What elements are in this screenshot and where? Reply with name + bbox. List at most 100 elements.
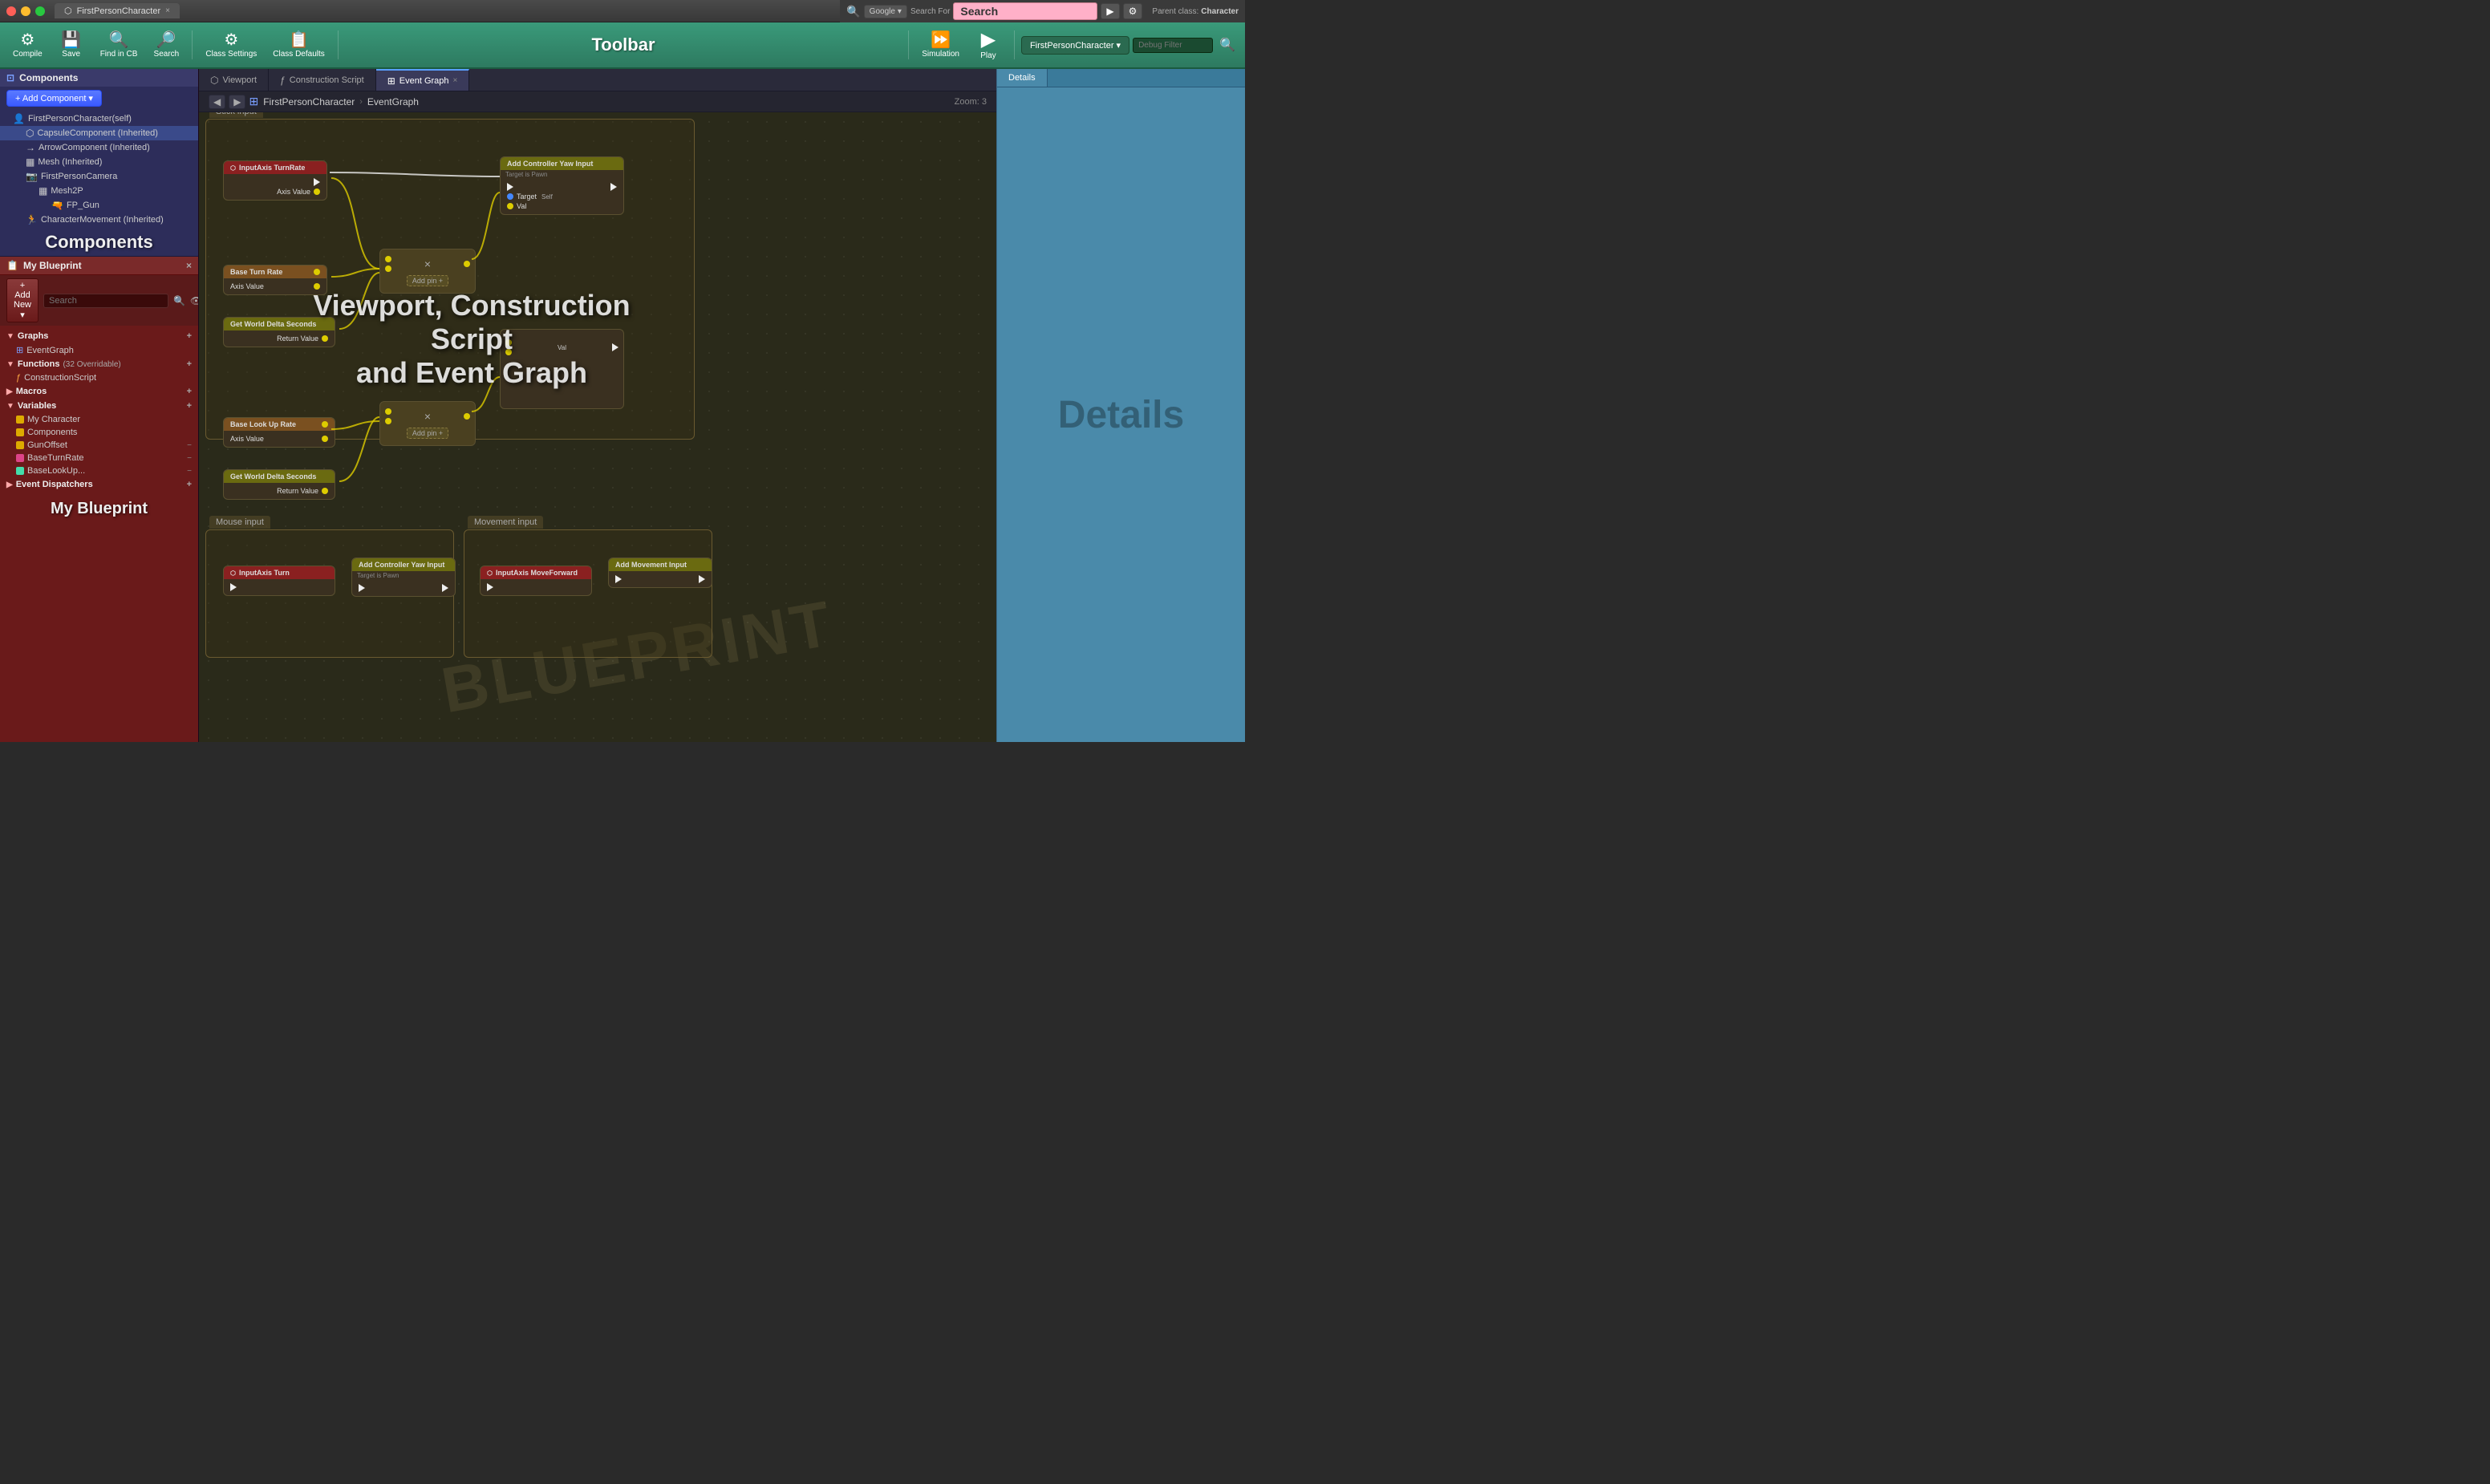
compile-button[interactable]: ⚙ Compile: [6, 29, 49, 62]
component-item-charmovement[interactable]: 🏃 CharacterMovement (Inherited): [0, 213, 198, 227]
add-yaw-mouse-label: Add Controller Yaw Input: [359, 561, 444, 569]
node-worlddelta-lower[interactable]: Get World Delta Seconds Return Value: [223, 469, 335, 500]
component-item-camera[interactable]: 📷 FirstPersonCamera: [0, 169, 198, 184]
add-pin-button-2[interactable]: Add pin +: [407, 428, 448, 439]
var-baselookup-indicator: −: [187, 467, 192, 476]
blueprint-eye-icon[interactable]: 👁: [190, 295, 198, 306]
blueprint-add-button[interactable]: + Add New ▾: [6, 278, 39, 322]
save-button[interactable]: 💾 Save: [52, 29, 91, 62]
red-event-icon-move: ⬡: [487, 570, 493, 577]
base-turn-header: Base Turn Rate: [224, 266, 326, 278]
worlddelta-upper-return-dot: [322, 335, 328, 342]
add-pin-button-1[interactable]: Add pin +: [407, 275, 448, 286]
node-multiply-lower[interactable]: × Add pin +: [379, 401, 476, 446]
breadcrumb-icon: ⊞: [249, 95, 258, 108]
yaw-mouse-exec-in: [359, 584, 365, 592]
details-tabs: Details: [997, 69, 1245, 87]
search-engine-button[interactable]: Google ▾: [864, 5, 907, 18]
functions-add-icon[interactable]: +: [187, 359, 192, 369]
zoom-label: Zoom: 3: [955, 97, 987, 107]
fpself-label: FirstPersonCharacter(self): [28, 114, 132, 124]
forward-button[interactable]: ▶: [229, 95, 245, 109]
minimize-traffic-light[interactable]: [21, 6, 30, 16]
graph-search-button[interactable]: 🔍: [1216, 34, 1239, 56]
bp-macros-section[interactable]: ▶ Macros +: [0, 384, 198, 399]
node-add-yaw-mouse[interactable]: Add Controller Yaw Input Target is Pawn: [351, 558, 456, 597]
play-button[interactable]: ▶ Play: [969, 27, 1008, 63]
node-base-lookup[interactable]: Base Look Up Rate Axis Value: [223, 417, 335, 448]
bp-constructionscript-item[interactable]: ƒ ConstructionScript: [0, 371, 198, 384]
node-inputaxis-turn[interactable]: ⬡ InputAxis TurnRate Axis Value: [223, 160, 327, 201]
bp-var-components[interactable]: Components: [0, 426, 198, 439]
graphs-add-icon[interactable]: +: [187, 331, 192, 341]
node-worlddelta-upper[interactable]: Get World Delta Seconds Return Value: [223, 317, 335, 347]
red-event-icon-lower: ⬡: [230, 570, 236, 577]
component-item-capsule[interactable]: ⬡ CapsuleComponent (Inherited): [0, 126, 198, 140]
node-add-yaw-lower[interactable]: Val: [500, 329, 624, 409]
debug-filter-input[interactable]: [1133, 38, 1213, 53]
bp-graphs-section[interactable]: ▼ Graphs +: [0, 329, 198, 343]
window-tab[interactable]: ⬡ FirstPersonCharacter ×: [55, 3, 180, 18]
component-item-fpself[interactable]: 👤 FirstPersonCharacter(self): [0, 112, 198, 126]
first-person-character-class-button[interactable]: FirstPersonCharacter ▾: [1021, 36, 1129, 55]
close-traffic-light[interactable]: [6, 6, 16, 16]
component-item-mesh2p[interactable]: ▦ Mesh2P: [0, 184, 198, 198]
back-button[interactable]: ◀: [209, 95, 225, 109]
details-panel: Details Details: [996, 69, 1245, 742]
bp-variables-section[interactable]: ▼ Variables +: [0, 399, 198, 413]
lower-in1: [505, 339, 512, 346]
class-settings-button[interactable]: ⚙ Class Settings: [199, 29, 263, 62]
class-defaults-button[interactable]: 📋 Class Defaults: [266, 29, 331, 62]
node-add-movement[interactable]: Add Movement Input: [608, 558, 712, 588]
graph-canvas[interactable]: BLUEPRINT Stick input ⬡ InputAxis TurnRa…: [199, 112, 996, 742]
details-tab[interactable]: Details: [997, 69, 1048, 87]
simulation-button[interactable]: ⏩ Simulation: [915, 29, 966, 62]
macros-expand-icon: ▶: [6, 387, 13, 396]
yaw-val-pin: Val: [505, 201, 618, 211]
bp-var-baseturnrate[interactable]: BaseTurnRate −: [0, 452, 198, 464]
top-search-input[interactable]: [953, 2, 1097, 20]
simulation-icon: ⏩: [931, 32, 951, 48]
component-item-fpgun[interactable]: 🔫 FP_Gun: [0, 198, 198, 213]
tab-eventgraph[interactable]: ⊞ Event Graph ×: [376, 69, 470, 91]
bp-var-baselookup[interactable]: BaseLookUp... −: [0, 464, 198, 477]
window-close-icon[interactable]: ×: [165, 6, 170, 15]
search-button[interactable]: 🔎 Search: [147, 29, 185, 62]
graphs-label: Graphs: [18, 331, 49, 341]
lower-val-label: Val: [558, 344, 566, 351]
class-defaults-icon: 📋: [289, 32, 309, 48]
node-base-turn-rate[interactable]: Base Turn Rate Axis Value: [223, 265, 327, 295]
bp-var-gunoffset[interactable]: GunOffset −: [0, 439, 198, 452]
bp-dispatchers-section[interactable]: ▶ Event Dispatchers +: [0, 477, 198, 492]
blueprint-close-icon[interactable]: ×: [186, 260, 192, 271]
bp-var-mycharacter[interactable]: My Character: [0, 413, 198, 426]
blueprint-search-input[interactable]: [43, 294, 168, 308]
tab-viewport[interactable]: ⬡ Viewport: [199, 69, 269, 91]
inputaxis-moveforward-body: [481, 579, 591, 595]
add-component-button[interactable]: + Add Component ▾: [6, 90, 102, 107]
variables-expand-icon: ▼: [6, 402, 14, 411]
eventgraph-tab-close[interactable]: ×: [453, 76, 458, 85]
node-multiply[interactable]: × Add pin +: [379, 249, 476, 294]
moveforward-exec-triangle: [487, 583, 493, 591]
parent-class-label: Parent class:: [1152, 7, 1198, 16]
component-item-mesh[interactable]: ▦ Mesh (Inherited): [0, 155, 198, 169]
search-go-button[interactable]: ▶: [1101, 3, 1119, 19]
fullscreen-traffic-light[interactable]: [35, 6, 45, 16]
node-inputaxis-moveforward[interactable]: ⬡ InputAxis MoveForward: [480, 566, 592, 596]
dispatchers-add-icon[interactable]: +: [187, 480, 192, 489]
search-settings-button[interactable]: ⚙: [1123, 3, 1143, 19]
node-add-yaw[interactable]: Add Controller Yaw Input Target is Pawn …: [500, 156, 624, 215]
component-item-arrow[interactable]: → ArrowComponent (Inherited): [0, 140, 198, 155]
bp-eventgraph-item[interactable]: ⊞ EventGraph: [0, 343, 198, 357]
worlddelta-upper-label: Get World Delta Seconds: [230, 320, 316, 328]
variables-add-icon[interactable]: +: [187, 401, 192, 411]
find-in-cb-button[interactable]: 🔍 Find in CB: [94, 29, 144, 62]
multiply-symbol: ×: [424, 257, 431, 270]
node-inputaxis-turn-lower[interactable]: ⬡ InputAxis Turn: [223, 566, 335, 596]
bp-functions-section[interactable]: ▼ Functions (32 Overridable) +: [0, 357, 198, 371]
macros-add-icon[interactable]: +: [187, 387, 192, 396]
tab-construction[interactable]: ƒ Construction Script: [269, 69, 376, 91]
class-settings-icon: ⚙: [224, 32, 238, 48]
multiply-lower-addpin: Add pin +: [385, 428, 470, 439]
